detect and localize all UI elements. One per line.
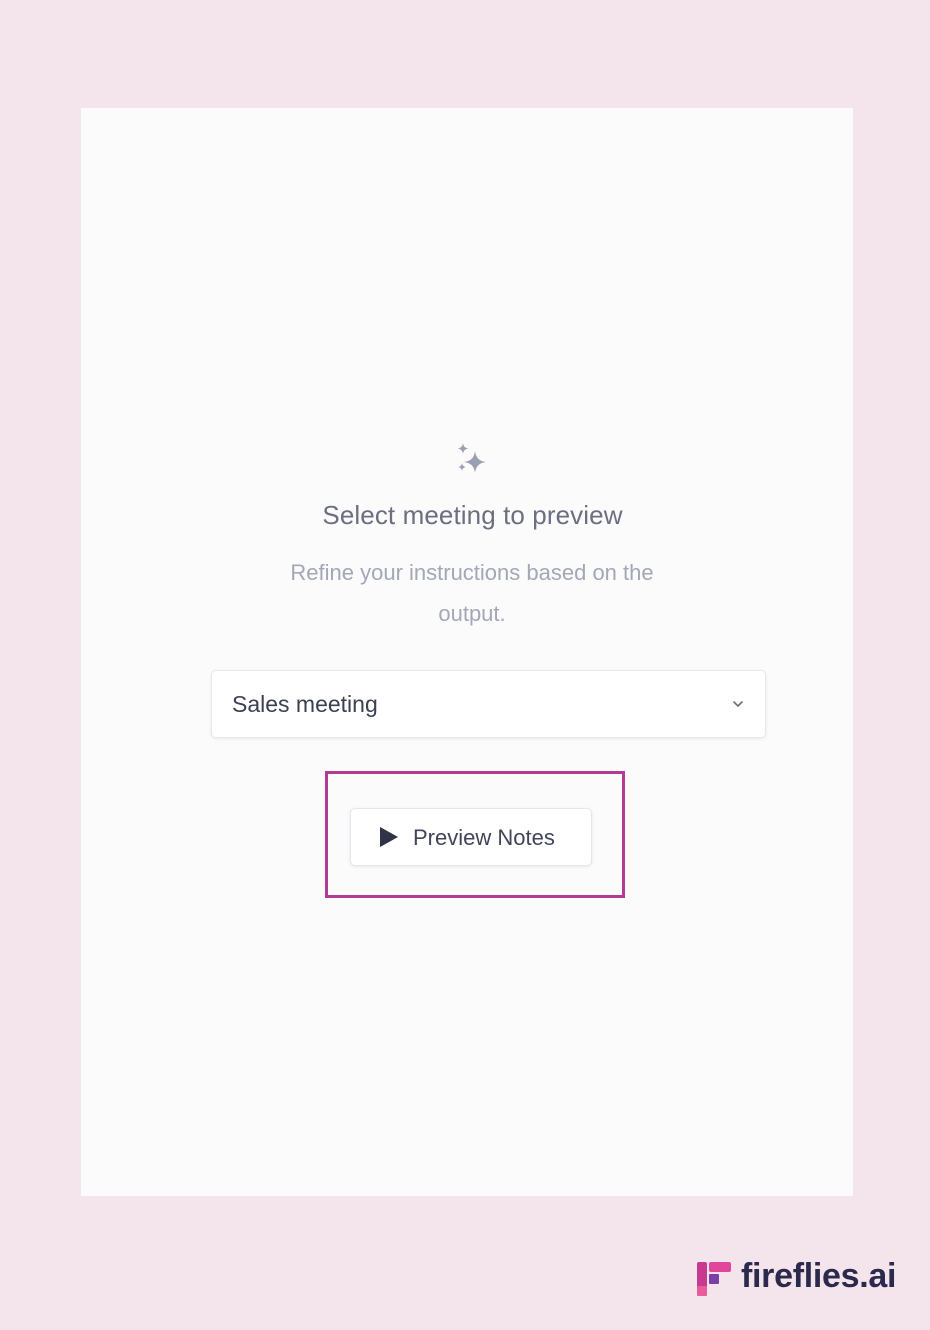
preview-notes-label: Preview Notes <box>413 825 555 850</box>
meeting-select[interactable]: Sales meeting <box>211 670 766 738</box>
fireflies-logo-icon <box>697 1262 731 1296</box>
empty-state-title: Select meeting to preview <box>322 500 623 530</box>
preview-notes-button[interactable]: Preview Notes <box>350 808 592 866</box>
brand-name: fireflies.ai <box>741 1257 897 1295</box>
empty-state-subtitle: Refine your instructions based on the ou… <box>290 560 654 626</box>
chevron-down-icon <box>733 701 743 707</box>
sparkle-icon <box>457 443 486 473</box>
meeting-select-value: Sales meeting <box>232 691 378 717</box>
play-icon <box>380 827 398 847</box>
preview-panel <box>81 108 853 1196</box>
